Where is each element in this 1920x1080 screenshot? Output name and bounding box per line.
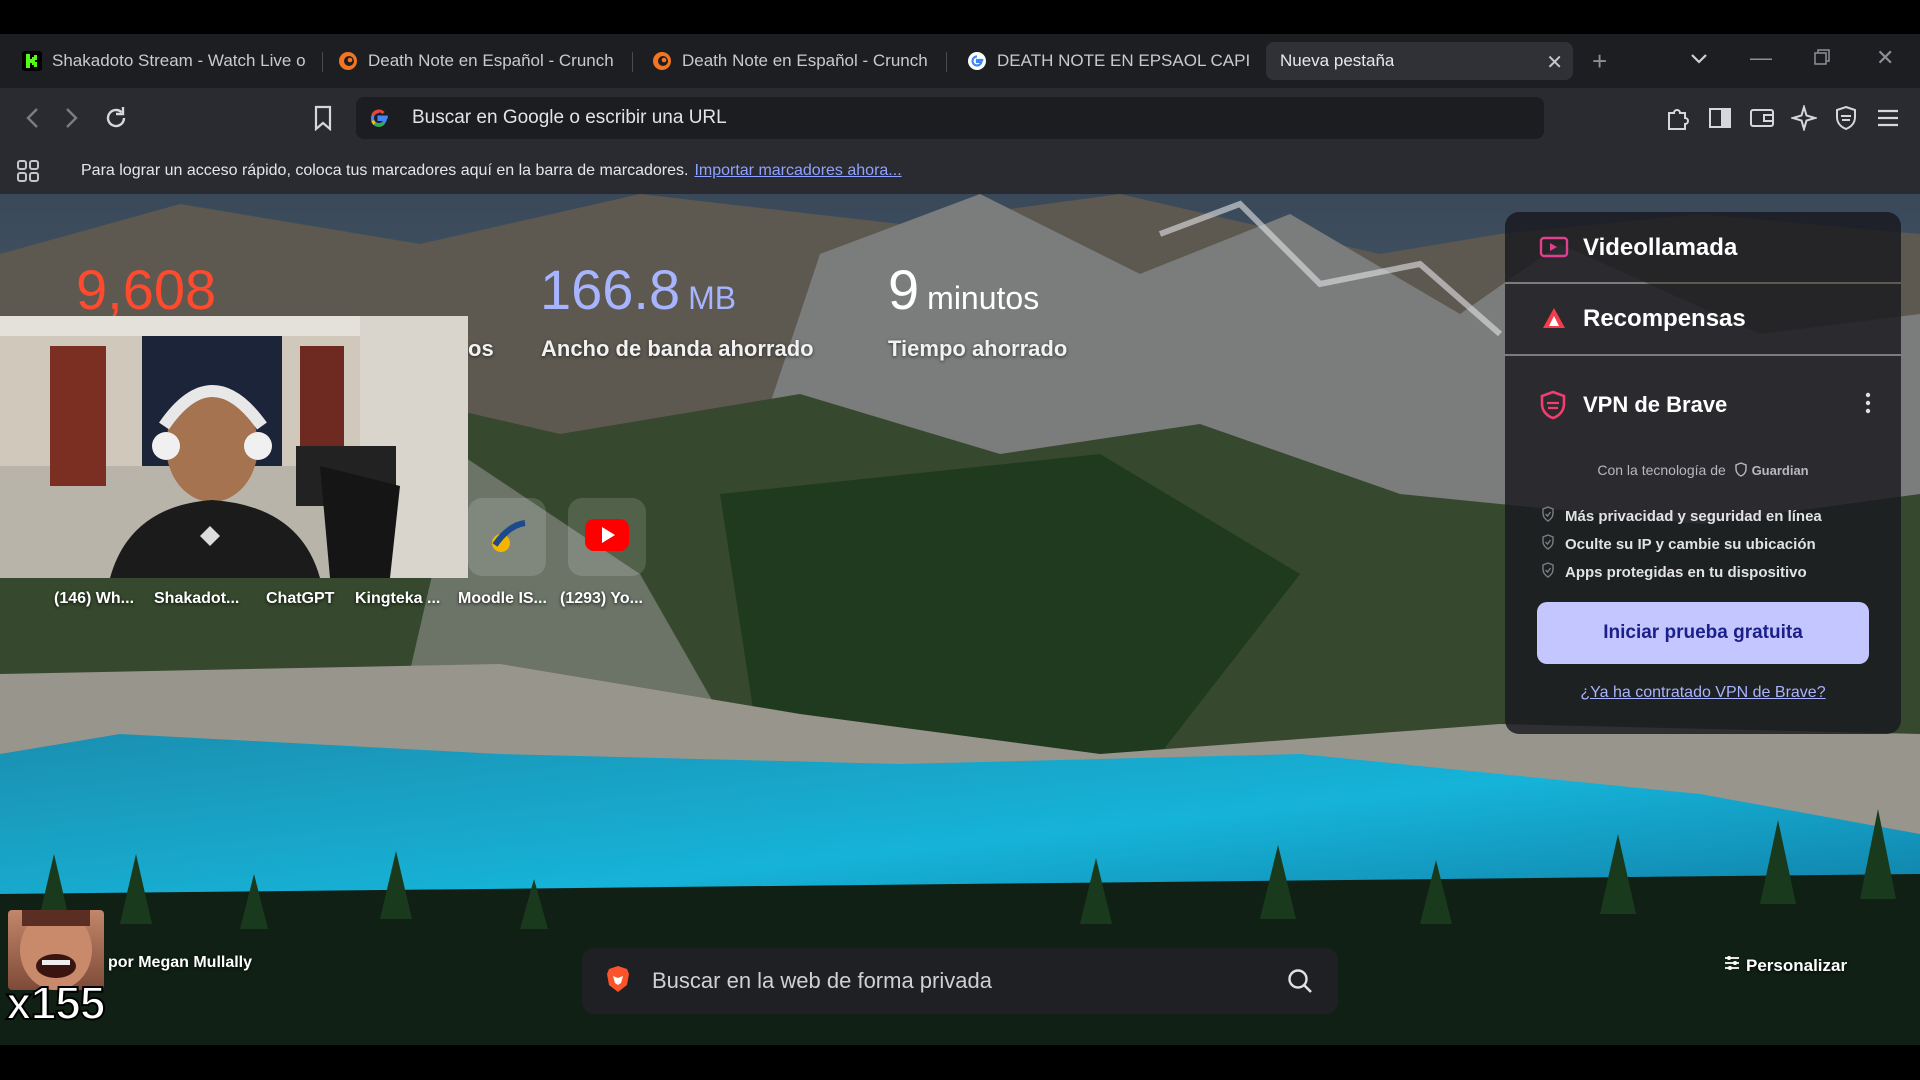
time-saved-value: 9 minutos bbox=[888, 258, 1040, 321]
guardian-shield-icon bbox=[1730, 462, 1752, 478]
time-saved-label: Tiempo ahorrado bbox=[888, 336, 1068, 361]
google-icon bbox=[368, 107, 390, 129]
vpn-shield-icon bbox=[1539, 390, 1567, 425]
crunchyroll-icon bbox=[338, 51, 358, 71]
address-bar-placeholder: Buscar en Google o escribir una URL bbox=[412, 107, 727, 128]
tab-shakadoto[interactable]: Shakadoto Stream - Watch Live o bbox=[10, 42, 322, 80]
menu-hamburger-icon[interactable] bbox=[1874, 104, 1902, 132]
reload-icon[interactable] bbox=[100, 102, 132, 134]
sidebar-toggle-icon[interactable] bbox=[1706, 104, 1734, 132]
videollamada-widget[interactable]: Videollamada bbox=[1505, 212, 1901, 282]
recompensas-widget[interactable]: Recompensas bbox=[1505, 284, 1901, 354]
trackers-blocked-count: 9,608 bbox=[76, 258, 217, 321]
bandwidth-saved-label: Ancho de banda ahorrado bbox=[541, 336, 814, 361]
youtube-icon bbox=[584, 518, 630, 557]
tab-separator bbox=[632, 52, 633, 72]
close-tab-icon[interactable]: ✕ bbox=[1546, 50, 1563, 75]
tab-separator bbox=[322, 52, 323, 72]
streamer-webcam-overlay bbox=[0, 316, 468, 578]
minimize-window-icon[interactable]: — bbox=[1750, 45, 1772, 71]
vpn-shield-icon[interactable] bbox=[1832, 104, 1860, 132]
google-icon bbox=[967, 51, 987, 71]
top-site-label[interactable]: (146) Wh... bbox=[54, 590, 134, 608]
top-site-label[interactable]: Moodle IS... bbox=[458, 590, 547, 608]
new-tab-plus-icon[interactable]: + bbox=[1592, 46, 1607, 77]
vpn-feature-item: Apps protegidas en tu dispositivo bbox=[1541, 562, 1807, 582]
emote-multiplier: x155 bbox=[5, 976, 106, 1030]
bookmarks-bar-message: Para lograr un acceso rápido, coloca tus… bbox=[81, 162, 902, 179]
tab-crunchyroll-1[interactable]: Death Note en Español - Crunch bbox=[326, 42, 632, 80]
top-site-label[interactable]: ChatGPT bbox=[266, 590, 334, 608]
restore-window-icon[interactable] bbox=[1814, 49, 1830, 70]
shield-check-icon bbox=[1541, 562, 1555, 582]
widgets-panel: Videollamada Recompensas VPN de Brave Co… bbox=[1505, 212, 1901, 734]
more-options-vertical-icon[interactable] bbox=[1865, 392, 1871, 419]
close-window-icon[interactable]: ✕ bbox=[1876, 45, 1894, 71]
top-site-label[interactable]: Shakadot... bbox=[154, 590, 239, 608]
import-bookmarks-link[interactable]: Importar marcadores ahora... bbox=[694, 162, 901, 179]
search-icon[interactable] bbox=[1286, 967, 1314, 1000]
forward-arrow-icon[interactable] bbox=[56, 102, 88, 134]
top-site-tile-moodle[interactable] bbox=[468, 498, 546, 576]
shield-check-icon bbox=[1541, 534, 1555, 554]
trackers-blocked-label-fragment: os bbox=[468, 336, 494, 361]
tab-google-search[interactable]: DEATH NOTE EN EPSAOL CAPITR bbox=[955, 42, 1261, 80]
tab-separator bbox=[946, 52, 947, 72]
stream-letterbox-top bbox=[0, 0, 1920, 34]
customize-button[interactable]: Personalizar bbox=[1724, 955, 1847, 976]
vpn-feature-item: Más privacidad y seguridad en línea bbox=[1541, 506, 1822, 526]
rewards-triangle-icon bbox=[1541, 306, 1567, 335]
tab-list-chevron-down-icon[interactable] bbox=[1690, 52, 1708, 70]
leo-ai-sparkle-icon[interactable] bbox=[1790, 104, 1818, 132]
top-site-tile-youtube[interactable] bbox=[568, 498, 646, 576]
sliders-icon bbox=[1724, 955, 1740, 976]
apps-grid-icon[interactable] bbox=[16, 159, 40, 188]
browser-toolbar: Buscar en Google o escribir una URL bbox=[0, 88, 1920, 148]
back-arrow-icon[interactable] bbox=[16, 102, 48, 134]
already-purchased-vpn-link[interactable]: ¿Ya ha contratado VPN de Brave? bbox=[1505, 684, 1901, 702]
tab-strip: Shakadoto Stream - Watch Live o Death No… bbox=[0, 34, 1920, 88]
start-free-trial-button[interactable]: Iniciar prueba gratuita bbox=[1537, 602, 1869, 664]
wallet-icon[interactable] bbox=[1748, 104, 1776, 132]
photo-credit[interactable]: por Megan Mullally bbox=[108, 954, 252, 972]
extensions-puzzle-icon[interactable] bbox=[1664, 104, 1692, 132]
bandwidth-saved-value: 166.8 MB bbox=[540, 258, 737, 321]
tab-crunchyroll-2[interactable]: Death Note en Español - Crunch bbox=[640, 42, 946, 80]
top-site-label[interactable]: Kingteka ... bbox=[355, 590, 440, 608]
kick-icon bbox=[22, 51, 42, 71]
tab-new-tab[interactable]: Nueva pestaña ✕ bbox=[1266, 42, 1573, 80]
top-site-label[interactable]: (1293) Yo... bbox=[560, 590, 643, 608]
bookmark-icon[interactable] bbox=[307, 102, 339, 134]
vpn-feature-item: Oculte su IP y cambie su ubicación bbox=[1541, 534, 1816, 554]
address-bar[interactable]: Buscar en Google o escribir una URL bbox=[356, 97, 1544, 139]
brave-lion-icon bbox=[606, 965, 630, 998]
shield-check-icon bbox=[1541, 506, 1555, 526]
screen: Shakadoto Stream - Watch Live o Death No… bbox=[0, 0, 1920, 1080]
vpn-powered-by: Con la tecnología de Guardian bbox=[1597, 462, 1809, 478]
search-placeholder: Buscar en la web de forma privada bbox=[652, 968, 992, 993]
vpn-widget: VPN de Brave Con la tecnología de Guardi… bbox=[1505, 356, 1901, 734]
crunchyroll-icon bbox=[652, 51, 672, 71]
video-camera-icon bbox=[1539, 235, 1569, 264]
bookmarks-bar: Para lograr un acceso rápido, coloca tus… bbox=[0, 148, 1920, 194]
stream-letterbox-bottom bbox=[0, 1045, 1920, 1080]
private-search-bar[interactable]: Buscar en la web de forma privada bbox=[582, 948, 1338, 1014]
